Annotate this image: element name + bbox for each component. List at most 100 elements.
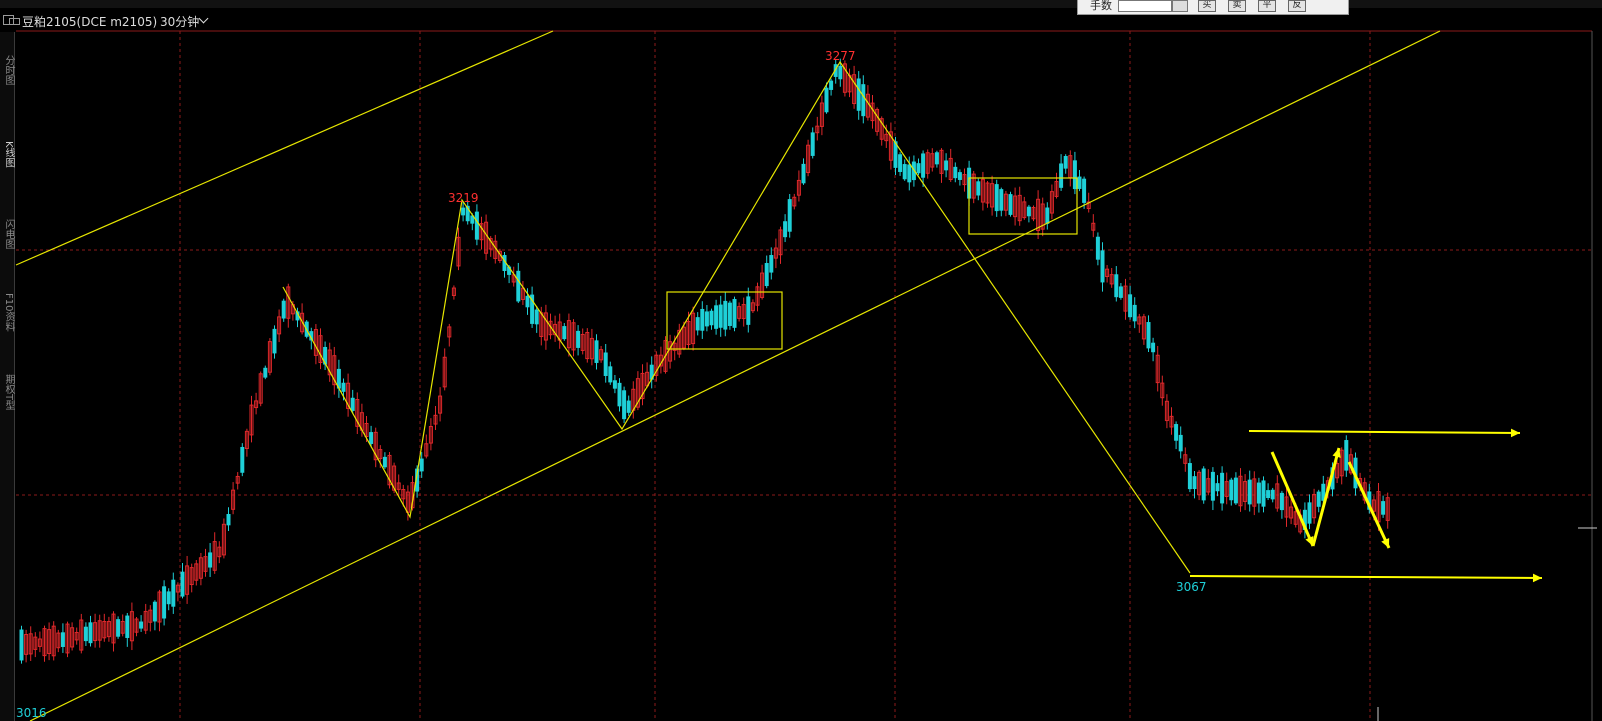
candle-body [1261,480,1266,507]
candle-body [534,309,539,325]
candle-body [1077,176,1082,189]
candle-body [861,84,866,117]
candle-body [240,446,245,473]
reverse-button[interactable]: 反 [1288,0,1306,12]
candle-body [166,591,171,605]
candle-body [838,65,843,80]
quantity-input[interactable] [1118,0,1172,12]
candlesticks [19,58,1390,664]
candle-body [60,632,65,647]
close-button[interactable]: 平 [1258,0,1276,12]
quantity-spinner[interactable] [1172,0,1188,12]
candle-body [576,330,581,348]
candle-body [180,571,185,597]
candle-body [727,302,732,326]
resistance-arrow [1248,430,1521,434]
candle-body [898,154,903,172]
candle-body [976,181,981,196]
candle-body [1132,304,1137,322]
candle-body [902,164,907,180]
candle-body [1247,479,1252,505]
candle-body [1082,178,1087,203]
candle-body [934,152,939,165]
candle-body [622,390,627,420]
candle-body [764,263,769,287]
candle-body [562,326,567,340]
candle-body [916,163,921,174]
candle-body [341,382,346,392]
candle-body [944,160,949,171]
candle-body [1344,440,1349,471]
resistance-arrow-head [1510,428,1520,438]
candle-body [1072,160,1077,190]
buy-button[interactable]: 买 [1198,0,1216,12]
candle-body [1178,434,1183,452]
candle-body [700,308,705,331]
candle-body [594,340,599,363]
candle-body [1100,250,1105,283]
candle-body [83,626,88,642]
support-arrow-head [1532,573,1542,583]
candle-body [746,296,751,325]
candle-body [626,400,631,413]
candle-body [714,305,719,329]
candle-body [1233,477,1238,504]
price-label-high: 3219 [448,191,479,205]
price-label-low: 3067 [1176,580,1207,594]
candle-body [226,514,231,526]
candle-body [617,382,622,407]
candle-body [1220,472,1225,504]
candle-body [1118,286,1123,298]
candle-body [608,366,613,383]
candle-body [1174,424,1179,441]
candle-body [994,184,999,212]
candle-body [152,601,157,622]
candle-body [829,80,834,90]
candle-body [350,397,355,411]
candle-body [856,78,861,111]
drawing-layer [15,30,1543,721]
candle-body [516,270,521,302]
candle-body [603,352,608,376]
candle-body [208,552,213,568]
price-labels: 3219 3277 3067 3016 [16,49,1207,720]
price-label-high: 3277 [825,49,856,63]
candle-body [1210,471,1215,501]
kline-chart[interactable]: 3219 3277 3067 3016 [0,0,1602,721]
candle-body [1215,483,1220,492]
candle-body [525,295,530,308]
candle-body [695,317,700,331]
wave-arrow-down [1270,451,1315,547]
candle-body [116,619,121,637]
candle-body [1316,491,1321,507]
candle-body [787,199,792,232]
candle-body [139,621,144,629]
candle-body [704,311,709,327]
candle-body [1229,479,1234,501]
candle-body [1026,206,1031,217]
candle-body [718,304,723,328]
candle-body [419,458,424,472]
candle-body [19,629,24,661]
sell-button[interactable]: 卖 [1228,0,1246,12]
candle-body [171,579,176,607]
candle-body [1128,294,1133,318]
candle-body [1266,490,1271,499]
candle-body [769,255,774,273]
candle-body [1151,342,1156,353]
support-arrow [1189,575,1543,579]
candle-body [281,300,286,319]
candle-body [824,87,829,113]
candle-body [709,310,714,326]
candle-body [907,164,912,183]
candle-body [1201,468,1206,501]
candle-body [999,189,1004,211]
candle-body [1279,492,1284,511]
chart-grid [16,30,1597,721]
candle-body [1008,194,1013,215]
candle-body [88,622,93,644]
candle-body [1192,476,1197,490]
candle-body [1095,236,1100,260]
price-label-low: 3016 [16,706,47,720]
candle-body [1045,207,1050,224]
